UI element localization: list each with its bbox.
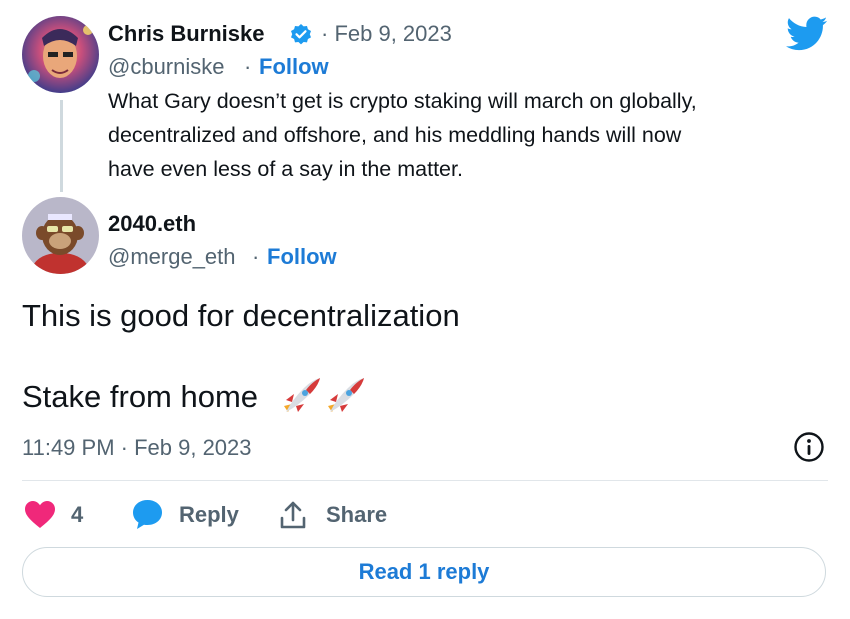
quoted-text-line: What Gary doesn’t get is crypto staking …	[108, 89, 697, 113]
reply-button[interactable]: Reply	[179, 502, 239, 528]
verified-badge-icon	[289, 23, 313, 47]
quoted-text-line: decentralized and offshore, and his medd…	[108, 123, 682, 147]
info-icon[interactable]	[793, 431, 825, 463]
avatar-chris[interactable]	[22, 16, 99, 93]
quoted-handle-separator: ·	[244, 54, 252, 79]
likes-count[interactable]: 4	[71, 502, 83, 528]
share-button[interactable]: Share	[326, 502, 387, 528]
thread-connector-line	[60, 100, 63, 192]
twitter-bird-icon[interactable]	[786, 16, 828, 52]
rocket-icon	[280, 376, 366, 416]
quoted-author-name[interactable]: Chris Burniske	[108, 21, 265, 47]
tweet-card: Chris Burniske · Feb 9, 2023 @cburniske …	[0, 0, 850, 619]
quoted-text-line: have even less of a say in the matter.	[108, 157, 463, 181]
author-name[interactable]: 2040.eth	[108, 211, 196, 237]
handle-separator: ·	[252, 244, 260, 269]
avatar-2040eth[interactable]	[22, 197, 99, 274]
follow-link[interactable]: Follow	[267, 244, 337, 270]
share-upload-icon[interactable]	[279, 500, 307, 530]
author-handle[interactable]: @merge_eth	[108, 244, 236, 270]
quoted-follow-link[interactable]: Follow	[259, 54, 329, 80]
tweet-text-line-1: This is good for decentralization	[22, 298, 460, 333]
quoted-tweet-text: What Gary doesn’t get is crypto staking …	[108, 84, 697, 186]
divider	[22, 480, 828, 481]
tweet-text-stake: Stake from home	[22, 379, 259, 414]
reply-bubble-icon[interactable]	[131, 498, 164, 530]
read-replies-button[interactable]: Read 1 reply	[22, 547, 826, 597]
quoted-date[interactable]: · Feb 9, 2023	[321, 21, 452, 47]
tweet-timestamp[interactable]: 11:49 PM · Feb 9, 2023	[22, 435, 252, 461]
quoted-handle[interactable]: @cburniske	[108, 54, 225, 80]
tweet-text-line-2: Stake from home 🚀🚀	[22, 377, 258, 417]
heart-icon[interactable]	[24, 500, 56, 530]
